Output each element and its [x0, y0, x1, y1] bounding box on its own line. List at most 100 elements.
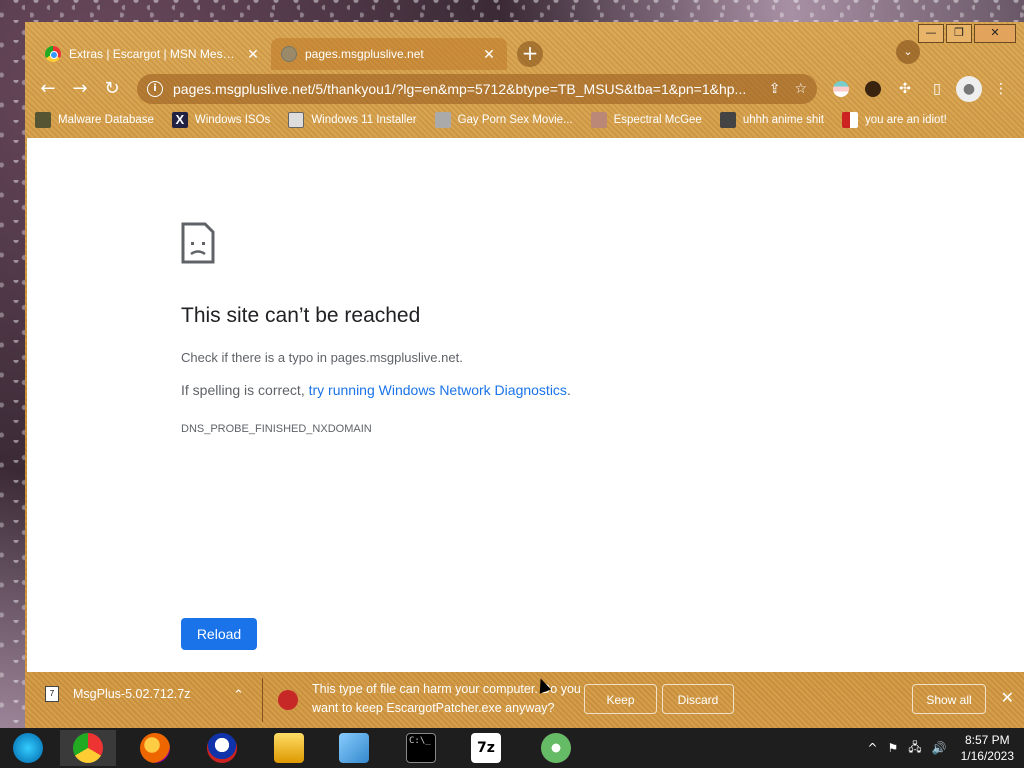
idiot-icon: [842, 112, 859, 128]
error-typo-hint: Check if there is a typo in pages.msgplu…: [181, 350, 463, 365]
reload-button[interactable]: ↻: [99, 76, 125, 102]
firefox-icon: [140, 733, 170, 763]
keep-button[interactable]: Keep: [584, 684, 657, 714]
start-button[interactable]: [0, 730, 56, 766]
menu-kebab-icon[interactable]: ⋮: [988, 76, 1014, 102]
installer-icon: [541, 733, 571, 763]
malware-icon: [35, 112, 51, 128]
maximize-button[interactable]: ❐: [946, 24, 972, 43]
taskbar-notepad[interactable]: [326, 730, 382, 766]
taskbar-chrome[interactable]: [60, 730, 116, 766]
7zip-icon: 7z: [471, 733, 501, 763]
obama-logo-icon: [207, 733, 237, 763]
taskbar-7zip[interactable]: 7z: [458, 730, 514, 766]
divider: [262, 678, 263, 722]
folder-icon: [274, 733, 304, 763]
tab-search-button[interactable]: ⌄: [896, 40, 920, 64]
close-download-bar-icon[interactable]: ✕: [1001, 688, 1014, 707]
tab-close-icon[interactable]: ✕: [481, 46, 497, 63]
bookmark-label: Windows ISOs: [194, 114, 271, 126]
new-tab-button[interactable]: +: [517, 41, 543, 67]
espectral-icon: [590, 112, 607, 128]
sad-document-icon: [181, 222, 215, 264]
error-diagnostics-hint: If spelling is correct, try running Wind…: [181, 382, 571, 398]
share-icon[interactable]: ⇪: [769, 81, 781, 97]
download-bar: 7 MsgPlus-5.02.712.7z ⌃ This type of fil…: [25, 672, 1024, 728]
error-title: This site can’t be reached: [181, 304, 421, 327]
network-icon[interactable]: 🖧: [908, 738, 921, 759]
gay-icon: [434, 112, 451, 128]
installer-icon: [288, 112, 305, 128]
command-prompt-icon: C:\_: [406, 733, 436, 763]
error-code: DNS_PROBE_FINISHED_NXDOMAIN: [181, 423, 372, 435]
notepad-icon: [339, 733, 369, 763]
bookmark-malware-database[interactable]: Malware Database: [35, 112, 154, 128]
url-text[interactable]: pages.msgpluslive.net/5/thankyou1/?lg=en…: [173, 81, 755, 97]
extension-flag-icon[interactable]: [833, 81, 849, 97]
x-icon: X: [171, 112, 188, 128]
taskbar-installer[interactable]: [528, 730, 584, 766]
action-center-flag-icon[interactable]: ⚑: [888, 741, 899, 755]
bookmarks-bar: Malware Database X Windows ISOs Windows 1…: [35, 108, 965, 132]
system-tray: ^ ⚑ 🖧 🔊 8:57 PM 1/16/2023: [867, 728, 1014, 768]
taskbar-obama-app[interactable]: [194, 730, 250, 766]
tray-overflow-icon[interactable]: ^: [867, 741, 877, 755]
page-content: This site can’t be reached Check if ther…: [27, 138, 1024, 672]
side-panel-icon[interactable]: ▯: [924, 76, 950, 102]
diagnostics-suffix: .: [566, 382, 571, 398]
network-diagnostics-link[interactable]: try running Windows Network Diagnostics: [309, 382, 567, 398]
reload-button[interactable]: Reload: [181, 618, 257, 650]
clock[interactable]: 8:57 PM 1/16/2023: [961, 732, 1014, 764]
taskbar-explorer[interactable]: [261, 730, 317, 766]
profile-avatar-icon[interactable]: ●: [956, 76, 982, 102]
bookmark-windows-11-installer[interactable]: Windows 11 Installer: [288, 112, 417, 128]
window-controls: — ❐ ✕: [918, 24, 1016, 43]
archive-file-icon: 7: [45, 686, 59, 702]
forward-button[interactable]: →: [67, 76, 93, 102]
tab-msgpluslive[interactable]: pages.msgpluslive.net ✕: [271, 38, 507, 70]
toolbar: ← → ↻ i pages.msgpluslive.net/5/thankyou…: [25, 72, 1024, 106]
globe-favicon-icon: [281, 46, 297, 62]
diagnostics-prefix: If spelling is correct,: [181, 382, 309, 398]
bookmark-espectral-mcgee[interactable]: Espectral McGee: [590, 112, 702, 128]
bookmark-label: Windows 11 Installer: [311, 114, 417, 126]
bookmark-windows-isos[interactable]: X Windows ISOs: [171, 112, 271, 128]
bookmark-label: Malware Database: [58, 114, 154, 126]
chevron-up-icon[interactable]: ⌃: [233, 688, 244, 703]
bookmark-label: you are an idiot!: [865, 114, 947, 126]
bookmark-gay-porn[interactable]: Gay Porn Sex Movie...: [434, 112, 573, 128]
anime-icon: [719, 112, 736, 128]
download-filename: MsgPlus-5.02.712.7z: [73, 687, 191, 701]
toolbar-actions: ✣ ▯ ● ⋮: [828, 76, 1014, 102]
warning-icon: [278, 690, 298, 710]
back-button[interactable]: ←: [35, 76, 61, 102]
clock-date: 1/16/2023: [960, 749, 1014, 763]
taskbar-cmd[interactable]: C:\_: [393, 730, 449, 766]
taskbar-firefox[interactable]: [127, 730, 183, 766]
address-bar[interactable]: i pages.msgpluslive.net/5/thankyou1/?lg=…: [137, 74, 817, 104]
bookmark-idiot[interactable]: you are an idiot!: [842, 112, 947, 128]
tab-strip: Extras | Escargot | MSN Messen ✕ pages.m…: [35, 36, 543, 70]
discard-button[interactable]: Discard: [662, 684, 734, 714]
download-item[interactable]: 7 MsgPlus-5.02.712.7z: [45, 686, 190, 702]
tab-extras-escargot[interactable]: Extras | Escargot | MSN Messen ✕: [35, 38, 271, 70]
start-orb-icon: [13, 733, 43, 763]
bookmark-star-icon[interactable]: ☆: [794, 81, 807, 97]
extensions-puzzle-icon[interactable]: ✣: [892, 76, 918, 102]
taskbar: C:\_ 7z ^ ⚑ 🖧 🔊 8:57 PM 1/16/2023: [0, 728, 1024, 768]
extension-avatar-icon[interactable]: [865, 81, 881, 97]
bookmark-label: Gay Porn Sex Movie...: [457, 114, 573, 126]
site-info-icon[interactable]: i: [147, 81, 163, 97]
browser-window: — ❐ ✕ Extras | Escargot | MSN Messen ✕ p…: [25, 22, 1024, 728]
clock-time: 8:57 PM: [964, 733, 1010, 747]
minimize-button[interactable]: —: [918, 24, 944, 43]
bookmark-label: uhhh anime shit: [742, 114, 825, 126]
tab-close-icon[interactable]: ✕: [245, 46, 261, 63]
volume-icon[interactable]: 🔊: [932, 741, 947, 755]
chrome-favicon-icon: [45, 46, 61, 62]
tab-title: Extras | Escargot | MSN Messen: [69, 47, 239, 61]
show-all-button[interactable]: Show all: [912, 684, 986, 714]
close-window-button[interactable]: ✕: [974, 24, 1016, 43]
tab-title: pages.msgpluslive.net: [305, 47, 424, 61]
bookmark-anime[interactable]: uhhh anime shit: [719, 112, 825, 128]
